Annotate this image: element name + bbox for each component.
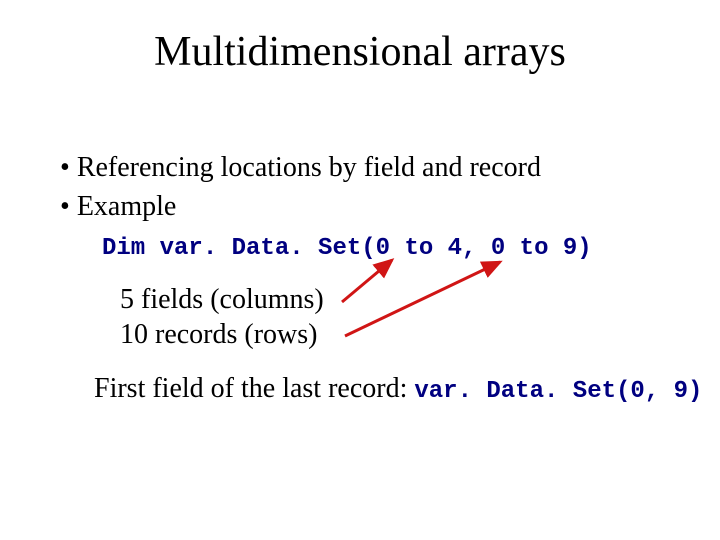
last-record-code: var. Data. Set(0, 9): [414, 378, 702, 405]
slide-title: Multidimensional arrays: [0, 28, 720, 76]
last-record-prefix: First field of the last record:: [94, 373, 414, 404]
slide-body: Referencing locations by field and recor…: [60, 150, 670, 352]
last-record-line: First field of the last record: var. Dat…: [94, 371, 702, 407]
annotation-fields: 5 fields (columns): [120, 282, 670, 317]
slide: Multidimensional arrays Referencing loca…: [0, 0, 720, 540]
bullet-example: Example: [60, 189, 670, 224]
annotation-records: 10 records (rows): [120, 317, 670, 352]
code-dim-line: Dim var. Data. Set(0 to 4, 0 to 9): [102, 234, 670, 264]
bullet-referencing: Referencing locations by field and recor…: [60, 150, 670, 185]
